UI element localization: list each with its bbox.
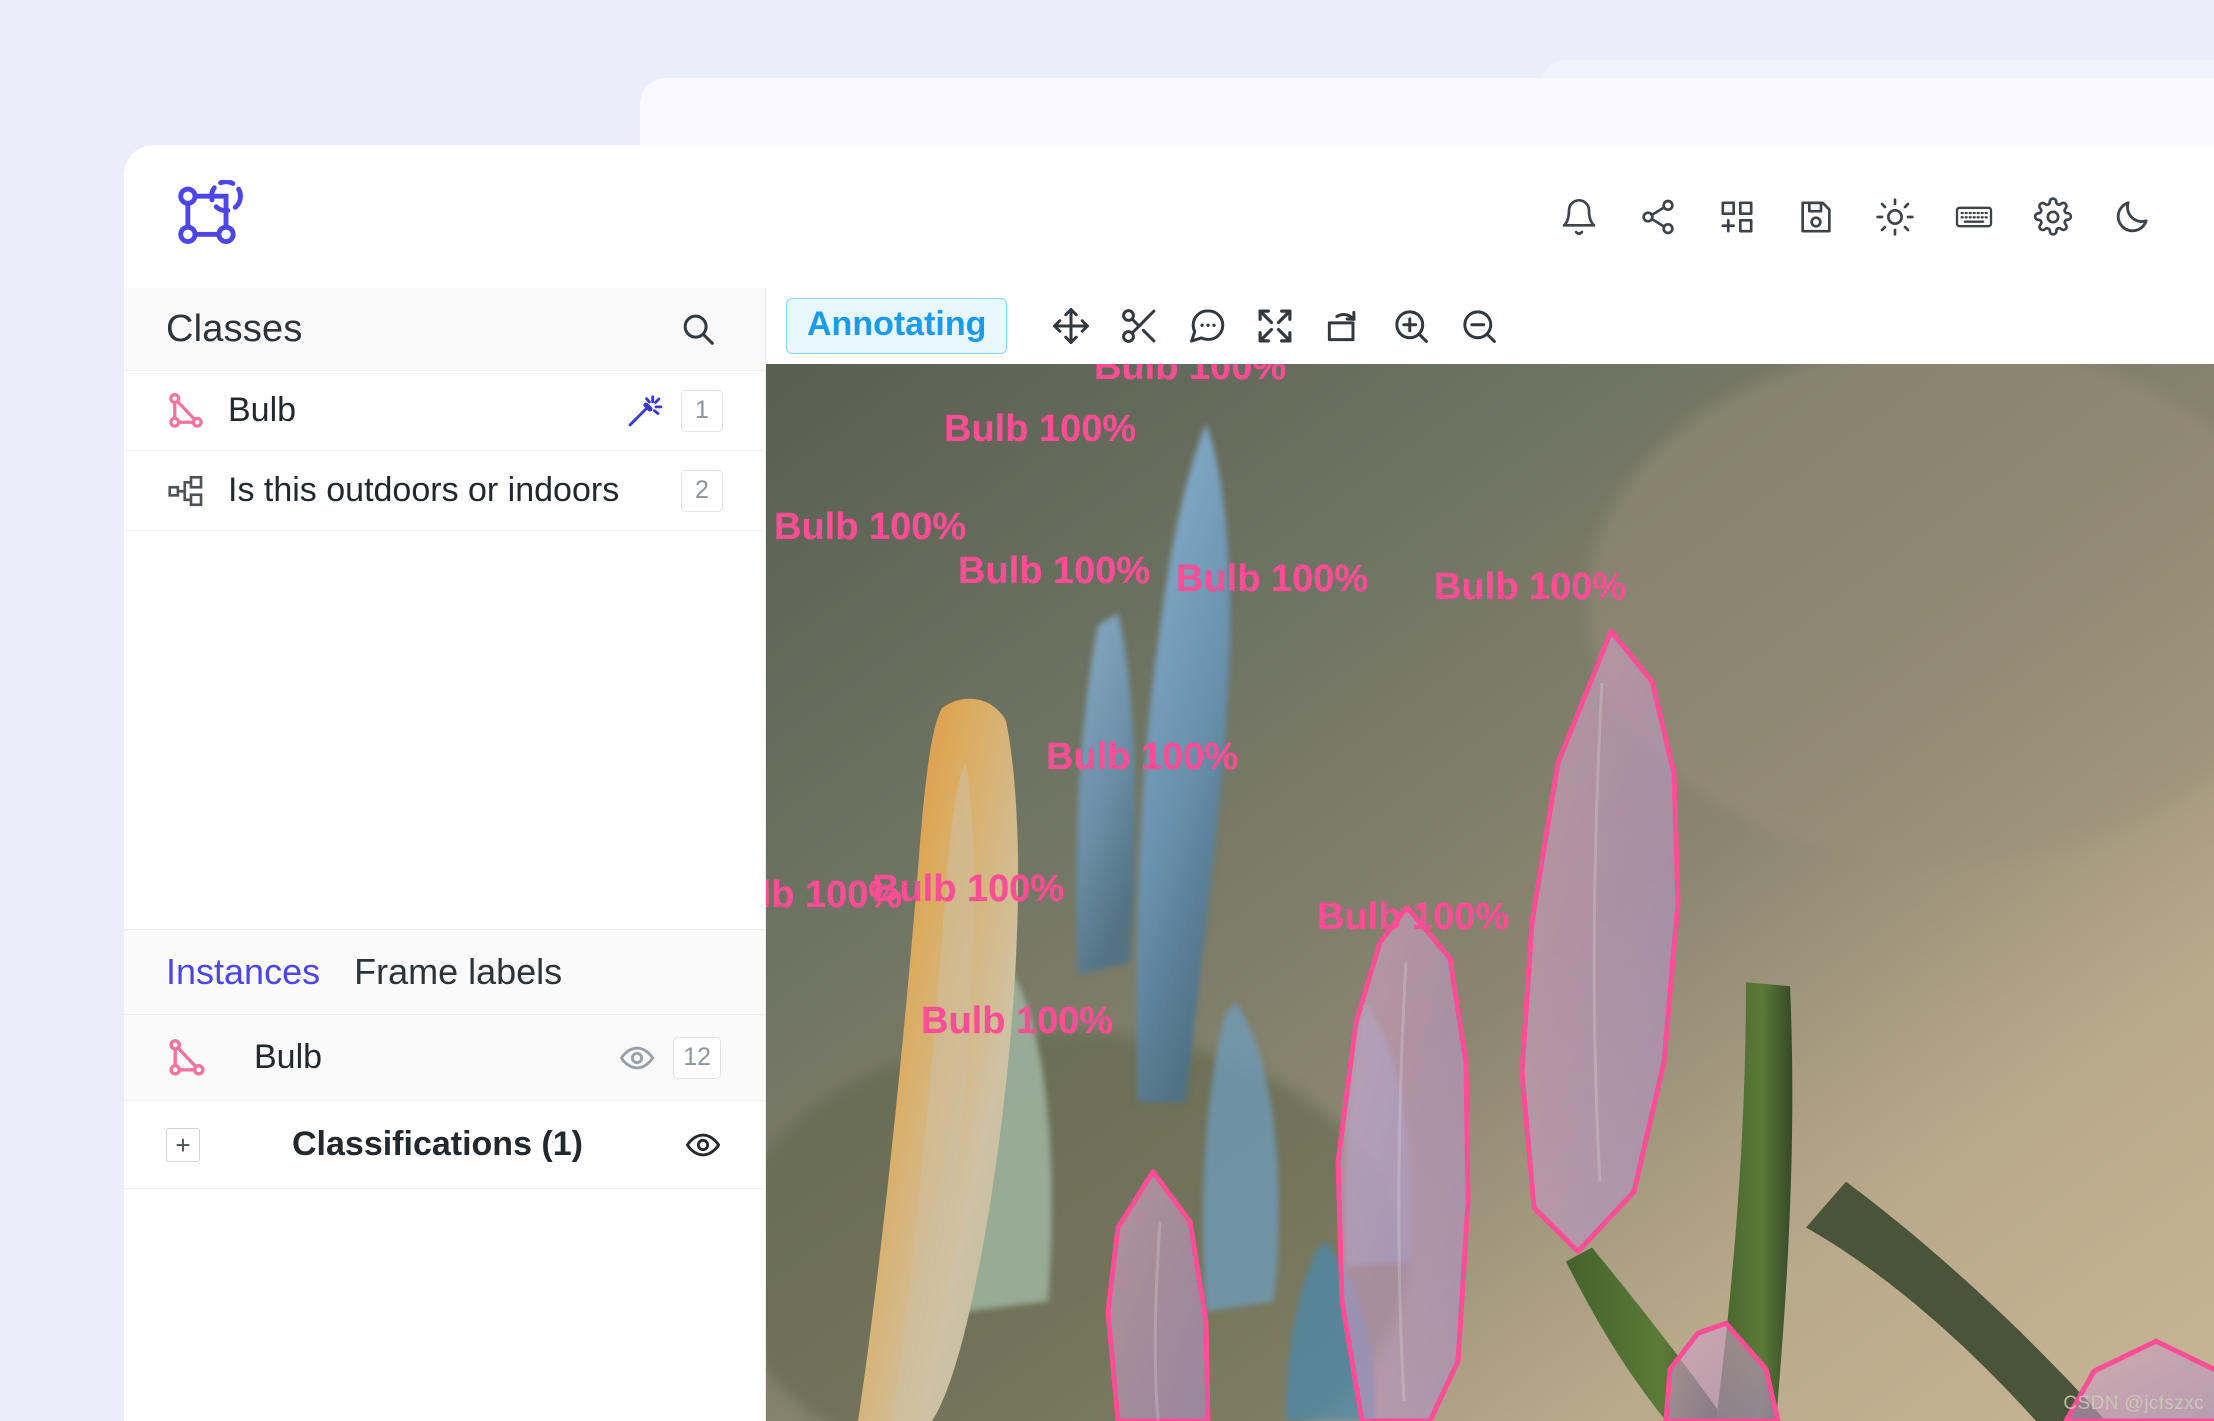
save-icon[interactable] [1796,197,1836,237]
hierarchy-icon [166,471,206,511]
instances-tabs-header: Instances Frame labels [124,929,765,1015]
class-row-outdoors-indoors[interactable]: Is this outdoors or indoors 2 [124,451,765,531]
watermark: CSDN @jcfszxc [2063,1393,2204,1414]
instance-label: Bulb [254,1038,323,1076]
annotation-toolbar: Annotating [766,288,2214,364]
page-root: Classes Bulb 1 Is this outdoors or indoo… [0,0,2214,1421]
polygon-icon [166,1037,208,1079]
app-header [124,145,2214,288]
classes-panel-title: Classes [166,307,303,350]
zoom-in-icon[interactable] [1390,305,1432,347]
application-window: Classes Bulb 1 Is this outdoors or indoo… [124,145,2214,1421]
keyboard-icon[interactable] [1954,197,1994,237]
class-label: Is this outdoors or indoors [228,471,620,509]
moon-icon[interactable] [2112,197,2152,237]
sidebar-footer-space [124,1189,765,1421]
bell-icon[interactable] [1559,197,1599,237]
app-body: Classes Bulb 1 Is this outdoors or indoo… [124,288,2214,1421]
comment-icon[interactable] [1186,305,1228,347]
move-icon[interactable] [1050,305,1092,347]
widgets-icon[interactable] [1717,197,1757,237]
class-row-bulb[interactable]: Bulb 1 [124,371,765,451]
classifications-label: Classifications (1) [292,1125,583,1163]
fit-icon[interactable] [1254,305,1296,347]
expand-plus-icon[interactable]: + [166,1127,200,1162]
main-canvas-area: Annotating Bulb 100% Bulb 100% Bulb 100%… [766,288,2214,1421]
tab-frame-labels[interactable]: Frame labels [354,951,562,993]
magic-wand-icon[interactable] [625,392,663,430]
sidebar: Classes Bulb 1 Is this outdoors or indoo… [124,288,766,1421]
rotate-icon[interactable] [1322,305,1364,347]
annotating-mode-badge[interactable]: Annotating [786,298,1008,354]
class-count-badge: 2 [681,469,723,512]
polygon-annotation-logo-icon[interactable] [174,178,248,254]
classifications-row[interactable]: + Classifications (1) [124,1101,765,1189]
search-icon[interactable] [679,310,717,348]
zoom-out-icon[interactable] [1458,305,1500,347]
image-canvas[interactable]: Bulb 100% Bulb 100% Bulb 100% Bulb 100% … [766,364,2214,1421]
class-count-badge: 1 [681,389,723,432]
class-label: Bulb [228,391,297,429]
annotated-photo [766,364,2214,1421]
eye-icon[interactable] [685,1127,721,1163]
gear-icon[interactable] [2033,196,2073,237]
classes-panel-header: Classes [124,288,765,371]
instance-count-badge: 12 [673,1036,721,1079]
sun-icon[interactable] [1875,197,1915,237]
share-icon[interactable] [1638,197,1678,237]
scissors-icon[interactable] [1118,305,1160,347]
polygon-icon [166,391,206,431]
sidebar-empty-space [124,531,765,929]
instance-row-bulb[interactable]: Bulb 12 [124,1015,765,1101]
eye-icon[interactable] [619,1040,655,1076]
header-icon-group [1559,196,2152,237]
tab-instances[interactable]: Instances [166,951,320,993]
